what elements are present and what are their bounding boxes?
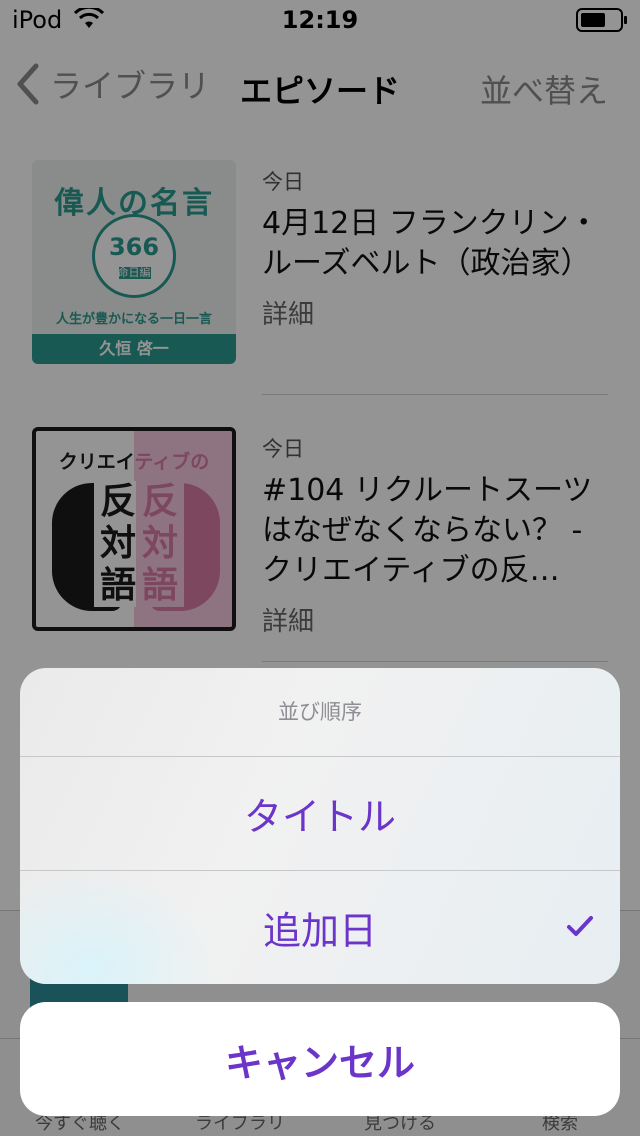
sort-order-action-sheet: 並び順序 タイトル 追加日	[20, 668, 620, 984]
sort-option-title-label: タイトル	[243, 794, 396, 839]
sort-option-date-added[interactable]: 追加日	[20, 870, 620, 984]
checkmark-icon	[567, 916, 593, 936]
cancel-label: キャンセル	[224, 1040, 415, 1085]
cancel-button[interactable]: キャンセル	[20, 1002, 620, 1116]
sort-option-date-added-label: 追加日	[262, 908, 377, 953]
action-sheet-title: 並び順序	[278, 700, 362, 724]
sort-option-title[interactable]: タイトル	[20, 756, 620, 870]
